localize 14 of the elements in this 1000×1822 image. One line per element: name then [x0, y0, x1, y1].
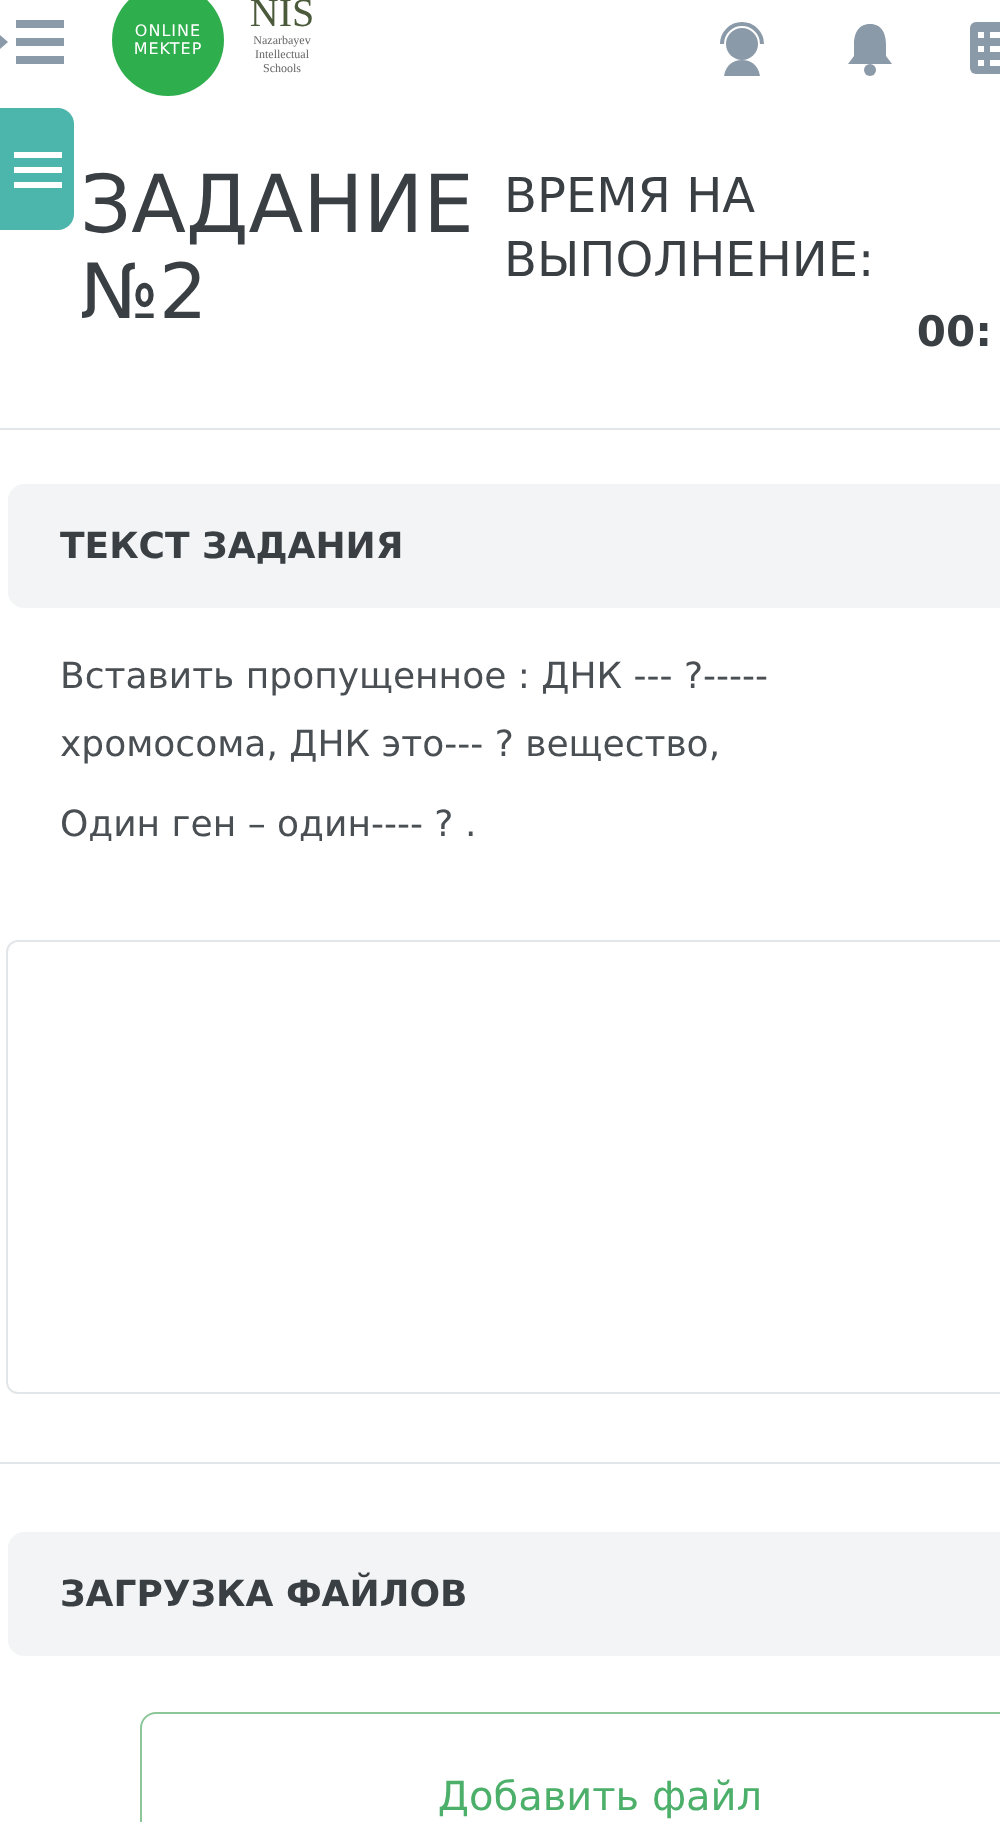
task-text: Один ген – один---- ? . — [60, 802, 479, 850]
time-label: ВРЕМЯ НА ВЫПОЛНЕНИЕ: — [504, 166, 877, 292]
timer: 00: — [916, 308, 992, 356]
task-title: ЗАДАНИЕ — [80, 160, 474, 252]
add-file-button[interactable]: Добавить файл — [140, 1712, 1000, 1822]
task-text: Вставить пропущенное : ДНК --- ?----- хромосома, ДНК это--- ? вещество, — [60, 654, 771, 770]
partner-logo-name: NIS — [249, 0, 315, 36]
logo[interactable]: ONLINE MEKTEP — [112, 0, 224, 96]
section-heading: ЗАГРУЗКА ФАЙЛОВ — [60, 1573, 468, 1615]
answer-field[interactable] — [6, 940, 1000, 1394]
menu-icon — [13, 149, 61, 189]
menu-button[interactable] — [0, 108, 74, 230]
task-number: №2 — [80, 252, 210, 332]
section-heading: ТЕКСТ ЗАДАНИЯ — [60, 525, 404, 567]
